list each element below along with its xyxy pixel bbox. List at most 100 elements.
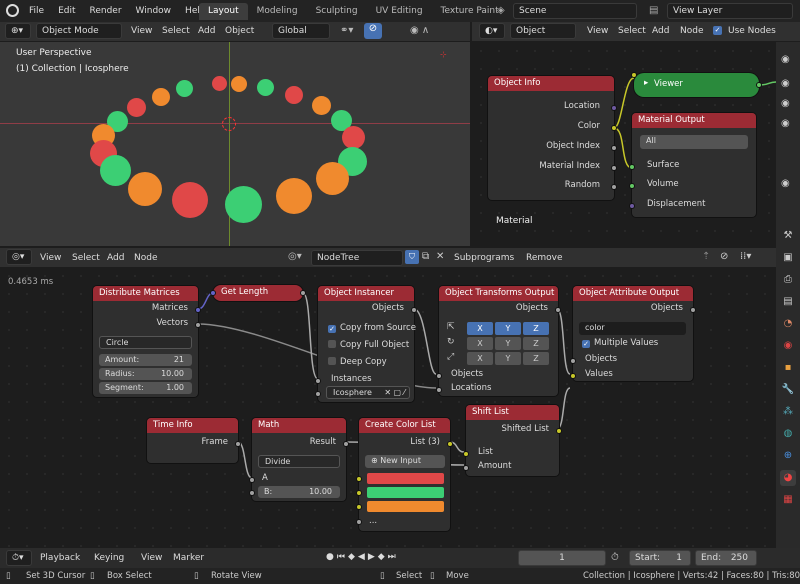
gizmo-icon[interactable]: ⊹ <box>440 50 447 59</box>
math-b-socket[interactable] <box>249 490 255 496</box>
delete-icon[interactable]: ✕ <box>436 251 444 262</box>
menu-window[interactable]: Window <box>129 6 179 16</box>
blender-logo-icon[interactable] <box>6 4 19 17</box>
node-material-output[interactable]: Material Output All Surface Volume Displ… <box>629 113 756 217</box>
menu-edit[interactable]: Edit <box>51 6 82 16</box>
tab-layout[interactable]: Layout <box>199 3 248 20</box>
amount-field[interactable]: Amount: 21 <box>99 354 192 366</box>
rot-y-toggle[interactable]: Y <box>495 337 521 350</box>
record-icon[interactable]: ● <box>326 552 337 562</box>
socket-vectors[interactable] <box>195 322 201 328</box>
node-distribute-matrices[interactable]: Distribute Matrices Matrices Vectors Cir… <box>93 286 201 397</box>
editor-type-button[interactable]: ⊕▾ <box>5 23 31 39</box>
socket-object-index[interactable] <box>611 145 617 151</box>
get-length-input-socket[interactable] <box>210 290 216 296</box>
timeline-menu-playback[interactable]: Playback <box>40 553 80 563</box>
end-frame-field[interactable]: End: 250 <box>695 550 757 566</box>
eye-icon[interactable]: ◉ <box>781 118 790 129</box>
start-frame-field[interactable]: Start: 1 <box>629 550 691 566</box>
color-swatch-green[interactable] <box>367 487 444 498</box>
modifier-tab-icon[interactable]: 🔧 <box>780 382 796 398</box>
node-menu-view[interactable]: View <box>40 253 61 263</box>
segment-field[interactable]: Segment: 1.00 <box>99 382 192 394</box>
node-object-instancer[interactable]: Object Instancer Objects ✓ Copy from Sour… <box>315 286 417 402</box>
material-output-target[interactable]: All <box>640 135 748 149</box>
scale-x-toggle[interactable]: X <box>467 352 493 365</box>
scene-tab-icon[interactable]: ◔ <box>780 316 796 332</box>
attribute-name-field[interactable]: color <box>579 322 686 335</box>
scene-field[interactable]: Scene <box>513 3 637 19</box>
math-b-field[interactable]: B: 10.00 <box>258 486 340 498</box>
viewer-output-socket[interactable] <box>756 82 762 88</box>
instancer-output-socket[interactable] <box>411 307 417 313</box>
color-swatch-red[interactable] <box>367 473 444 484</box>
shader-menu-add[interactable]: Add <box>652 26 669 36</box>
attribute-values-socket[interactable] <box>570 373 576 379</box>
jump-start-icon[interactable]: ⏮ <box>337 552 348 562</box>
socket-volume[interactable] <box>629 183 635 189</box>
viewport-menu-select[interactable]: Select <box>162 26 190 36</box>
copy-source-checkbox[interactable]: ✓ <box>328 325 336 333</box>
color-swatch-orange[interactable] <box>367 501 444 512</box>
socket-random[interactable] <box>611 184 617 190</box>
object-field[interactable]: Icosphere ✕ ▢ ⁄ <box>326 386 410 399</box>
scale-z-toggle[interactable]: Z <box>523 352 549 365</box>
transform-orientation[interactable]: Global <box>272 23 330 39</box>
remove-button[interactable]: Remove <box>526 253 563 263</box>
node-tree-icon[interactable]: ◎▾ <box>288 251 302 262</box>
tab-uv-editing[interactable]: UV Editing <box>367 3 432 20</box>
socket-material-index[interactable] <box>611 165 617 171</box>
tab-modeling[interactable]: Modeling <box>248 3 307 20</box>
constraints-tab-icon[interactable]: ⊕ <box>780 448 796 464</box>
texture-tab-icon[interactable]: ▦ <box>780 492 796 508</box>
eye-icon[interactable]: ◉ <box>781 78 790 89</box>
physics-tab-icon[interactable]: ◍ <box>780 426 796 442</box>
socket-surface[interactable] <box>629 164 635 170</box>
jump-end-icon[interactable]: ⏭ <box>388 552 399 562</box>
socket-matrices[interactable] <box>195 307 201 313</box>
attribute-objects-socket[interactable] <box>570 358 576 364</box>
material-tab-icon[interactable]: ◕ <box>780 470 796 486</box>
color-list-output-socket[interactable] <box>447 441 453 447</box>
scale-y-toggle[interactable]: Y <box>495 352 521 365</box>
copy-full-option[interactable]: Copy Full Object <box>328 340 409 350</box>
shader-type-select[interactable]: Object <box>510 23 576 39</box>
node-object-transforms-output[interactable]: Object Transforms Output Objects ⇱ ↻ ⤢ X… <box>436 286 561 396</box>
pivot-icon[interactable]: ⚭▾ <box>340 25 353 36</box>
play-reverse-icon[interactable]: ◀ <box>358 552 368 562</box>
stopwatch-icon[interactable]: ⏱ <box>611 552 619 563</box>
transforms-locations-socket[interactable] <box>436 387 442 393</box>
animation-nodes-editor[interactable]: 0.4653 ms Distribute Matrices Matrices V… <box>0 267 776 548</box>
menu-render[interactable]: Render <box>83 6 129 16</box>
timeline-menu-keying[interactable]: Keying <box>94 553 124 563</box>
color-socket[interactable] <box>356 490 362 496</box>
shader-node-editor[interactable]: Object Info Location Color Object Index … <box>472 42 776 246</box>
math-operation-select[interactable]: Divide <box>258 455 340 468</box>
multiple-values-option[interactable]: ✓ Multiple Values <box>582 338 658 348</box>
mode-select[interactable]: Object Mode <box>36 23 122 39</box>
get-length-output-socket[interactable] <box>300 290 306 296</box>
distribute-mode-select[interactable]: Circle <box>99 336 192 349</box>
fake-user-icon[interactable]: ⛉ <box>405 250 419 264</box>
node-menu-node[interactable]: Node <box>134 253 158 263</box>
play-icon[interactable]: ▶ <box>368 552 378 562</box>
snap-node-icon[interactable]: ⊘ <box>720 251 728 262</box>
frame-socket[interactable] <box>235 441 241 447</box>
particles-tab-icon[interactable]: ⁂ <box>780 404 796 420</box>
3d-viewport[interactable]: User Perspective (1) Collection | Icosph… <box>0 42 470 246</box>
radius-field[interactable]: Radius: 10.00 <box>99 368 192 380</box>
socket-location[interactable] <box>611 105 617 111</box>
node-object-attribute-output[interactable]: Object Attribute Output Objects color ✓ M… <box>570 286 696 381</box>
duplicate-icon[interactable]: ⧉ <box>422 251 429 262</box>
node-time-info[interactable]: Time Info Frame <box>147 418 241 463</box>
node-tree-field[interactable]: NodeTree <box>311 250 403 266</box>
timeline-editor-type[interactable]: ⏱▾ <box>6 550 32 566</box>
proportional-edit-icon[interactable]: ◉ ∧ <box>410 25 429 36</box>
attribute-output-socket[interactable] <box>690 307 696 313</box>
math-a-socket[interactable] <box>249 477 255 483</box>
view-layer-field[interactable]: View Layer <box>667 3 793 19</box>
tab-sculpting[interactable]: Sculpting <box>307 3 367 20</box>
menu-file[interactable]: File <box>22 6 51 16</box>
deep-copy-option[interactable]: Deep Copy <box>328 357 387 367</box>
math-result-socket[interactable] <box>343 441 349 447</box>
